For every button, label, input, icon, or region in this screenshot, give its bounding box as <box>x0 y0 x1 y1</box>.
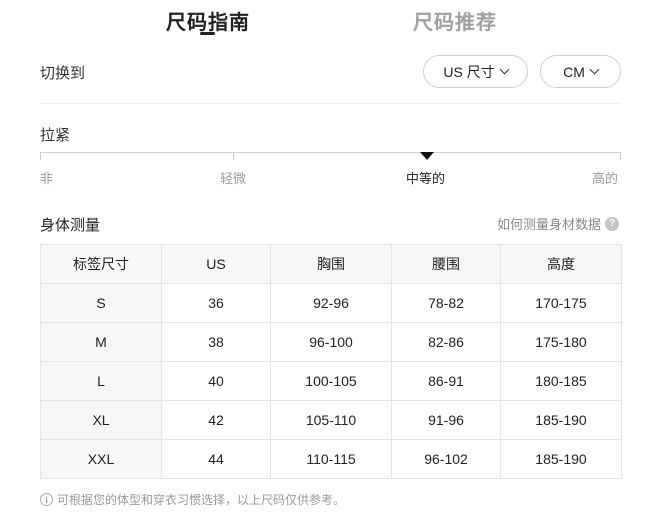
question-icon: ? <box>605 216 619 231</box>
body-measurements-title: 身体测量 <box>40 217 101 234</box>
table-cell: 44 <box>161 439 271 479</box>
unit-switch-row: 切换到 US 尺寸 CM <box>40 52 621 104</box>
table-row: S 36 92-96 78-82 170-175 <box>40 283 622 323</box>
fit-level-slight[interactable]: 轻微 <box>220 168 246 187</box>
table-cell: 96-100 <box>270 322 392 362</box>
table-cell: 36 <box>161 283 271 323</box>
table-cell: 92-96 <box>270 283 392 323</box>
disclaimer-note: i 可根据您的体型和穿衣习惯选择，以上尺码仅供参考。 <box>40 491 345 508</box>
table-row: M 38 96-100 82-86 175-180 <box>40 322 622 362</box>
unit-dropdown[interactable]: CM <box>540 55 621 88</box>
table-cell: XL <box>40 400 162 440</box>
table-row: XXL 44 110-115 96-102 185-190 <box>40 439 622 479</box>
table-cell: 96-102 <box>391 439 501 479</box>
chevron-down-icon <box>499 64 510 75</box>
table-cell: M <box>40 322 162 362</box>
table-cell: 91-96 <box>391 400 501 440</box>
table-cell: 82-86 <box>391 322 501 362</box>
region-size-label: US 尺寸 <box>443 63 495 80</box>
table-cell: 175-180 <box>500 322 622 362</box>
header-waist: 腰围 <box>391 244 501 284</box>
chevron-down-icon <box>589 64 600 75</box>
size-tabs: 尺码指南 尺码推荐 <box>0 0 659 40</box>
table-cell: 180-185 <box>500 361 622 401</box>
table-cell: 100-105 <box>270 361 392 401</box>
table-cell: 170-175 <box>500 283 622 323</box>
table-row: XL 42 105-110 91-96 185-190 <box>40 400 622 440</box>
table-cell: 40 <box>161 361 271 401</box>
header-us: US <box>161 244 271 284</box>
table-cell: 110-115 <box>270 439 392 479</box>
table-cell: 38 <box>161 322 271 362</box>
header-height: 高度 <box>500 244 622 284</box>
switch-label: 切换到 <box>40 65 86 82</box>
tab-size-guide[interactable]: 尺码指南 <box>166 6 250 35</box>
disclaimer-text: 可根据您的体型和穿衣习惯选择，以上尺码仅供参考。 <box>57 493 346 507</box>
fit-slider-track[interactable] <box>40 152 621 153</box>
fit-level-none[interactable]: 非 <box>40 168 53 187</box>
info-icon: i <box>40 493 53 506</box>
tab-size-recommend[interactable]: 尺码推荐 <box>413 6 497 35</box>
fit-level-medium[interactable]: 中等的 <box>406 168 445 187</box>
table-cell: 86-91 <box>391 361 501 401</box>
table-cell: S <box>40 283 162 323</box>
table-cell: 42 <box>161 400 271 440</box>
fit-selected-marker <box>420 152 434 160</box>
how-to-measure-label: 如何测量身材数据 <box>496 217 601 232</box>
region-size-dropdown[interactable]: US 尺寸 <box>423 55 528 88</box>
fit-tick <box>620 152 621 160</box>
fit-title: 拉紧 <box>40 127 71 144</box>
fit-tick <box>233 152 234 160</box>
table-cell: XXL <box>40 439 162 479</box>
fit-tick <box>40 152 41 160</box>
table-header-row: 标签尺寸 US 胸围 腰围 高度 <box>40 244 622 284</box>
size-table: 标签尺寸 US 胸围 腰围 高度 S 36 92-96 78-82 170-17… <box>40 244 622 479</box>
table-cell: 185-190 <box>500 400 622 440</box>
table-cell: 78-82 <box>391 283 501 323</box>
fit-level-high[interactable]: 高的 <box>592 168 618 187</box>
header-chest: 胸围 <box>270 244 392 284</box>
table-cell: L <box>40 361 162 401</box>
table-cell: 185-190 <box>500 439 622 479</box>
active-tab-indicator <box>200 32 215 35</box>
table-cell: 105-110 <box>270 400 392 440</box>
unit-label: CM <box>563 63 585 80</box>
header-label-size: 标签尺寸 <box>40 244 162 284</box>
table-row: L 40 100-105 86-91 180-185 <box>40 361 622 401</box>
how-to-measure-link[interactable]: 如何测量身材数据 ? <box>497 214 619 233</box>
